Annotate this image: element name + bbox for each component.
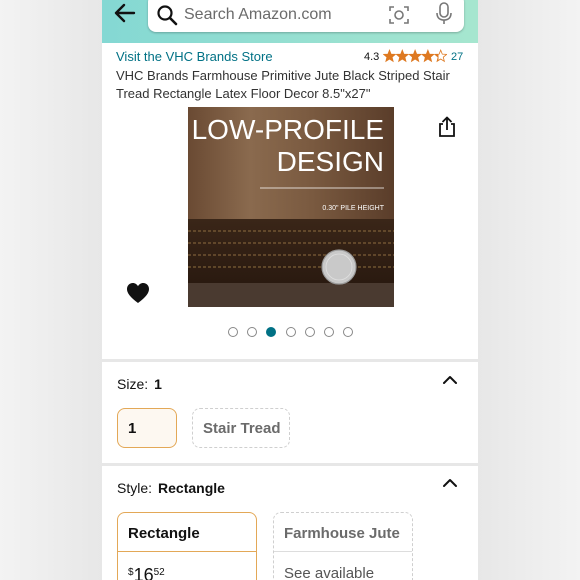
star-icon — [420, 49, 435, 63]
heart-icon[interactable] — [126, 282, 150, 304]
size-label-text: Size: — [117, 376, 149, 392]
price-whole: 16 — [133, 565, 154, 580]
share-icon[interactable] — [436, 116, 458, 138]
pagination-dot[interactable] — [228, 327, 238, 337]
chevron-up-icon[interactable] — [442, 478, 458, 488]
star-icon — [433, 49, 447, 63]
style-label-text: Style: — [117, 480, 153, 496]
style-section-label: Style: Rectangle — [117, 480, 225, 496]
style-selected-value: Rectangle — [158, 480, 225, 496]
background-right — [478, 0, 580, 580]
image-headline-2: DESIGN — [277, 146, 384, 177]
size-option-1-label: 1 — [128, 420, 137, 437]
image-rug — [188, 219, 394, 283]
background-left — [0, 0, 102, 580]
section-divider — [102, 359, 478, 362]
card-separator — [274, 551, 412, 552]
mic-icon[interactable] — [434, 2, 454, 26]
price-fraction: 52 — [153, 567, 165, 578]
star-rating[interactable] — [383, 49, 447, 63]
star-icon — [395, 49, 410, 63]
pagination-dot[interactable] — [285, 327, 296, 337]
pagination-dot[interactable] — [324, 327, 334, 337]
size-section-label: Size: 1 — [117, 376, 162, 392]
image-floor — [188, 283, 394, 307]
style-option-farmhouse-jute-label: Farmhouse Jute — [284, 525, 400, 542]
camera-icon[interactable] — [388, 4, 410, 26]
product-image[interactable]: LOW-PROFILE DESIGN 0.30" PILE HEIGHT — [188, 107, 394, 307]
image-coin — [321, 249, 357, 285]
size-option-1[interactable]: 1 — [117, 408, 177, 448]
rating-value: 4.3 — [364, 51, 380, 63]
star-icon — [408, 49, 423, 63]
image-caption: 0.30" PILE HEIGHT — [322, 205, 384, 212]
back-button[interactable] — [112, 0, 138, 28]
style-option-rectangle[interactable]: Rectangle $1652 — [117, 512, 257, 580]
search-header — [102, 0, 478, 43]
section-divider — [102, 463, 478, 466]
style-option-price: $1652 — [128, 565, 165, 580]
star-icon — [383, 49, 397, 63]
card-separator — [118, 551, 256, 552]
style-option-farmhouse-jute[interactable]: Farmhouse Jute See available — [273, 512, 413, 580]
image-headline-1: LOW-PROFILE — [192, 114, 384, 145]
product-title: VHC Brands Farmhouse Primitive Jute Blac… — [116, 68, 450, 101]
back-arrow-icon — [114, 3, 136, 23]
search-input[interactable] — [184, 3, 374, 27]
app-screen: Visit the VHC Brands Store 4.3 27 VHC Br… — [102, 0, 478, 580]
style-option-rectangle-label: Rectangle — [128, 525, 200, 542]
pagination-dot[interactable] — [247, 327, 258, 337]
size-option-stair-tread-label: Stair Tread — [203, 420, 281, 437]
search-icon — [157, 5, 178, 26]
rating-count-link[interactable]: 27 — [451, 51, 463, 63]
pagination-dot[interactable] — [304, 327, 315, 337]
size-option-stair-tread[interactable]: Stair Tread — [192, 408, 290, 448]
search-box[interactable] — [148, 0, 464, 32]
chevron-up-icon[interactable] — [442, 375, 458, 385]
store-link[interactable]: Visit the VHC Brands Store — [116, 49, 273, 64]
size-selected-value: 1 — [154, 376, 162, 392]
style-option-availability: See available — [284, 565, 375, 580]
pagination-dot[interactable] — [343, 327, 354, 337]
pagination-dot[interactable] — [266, 327, 277, 337]
